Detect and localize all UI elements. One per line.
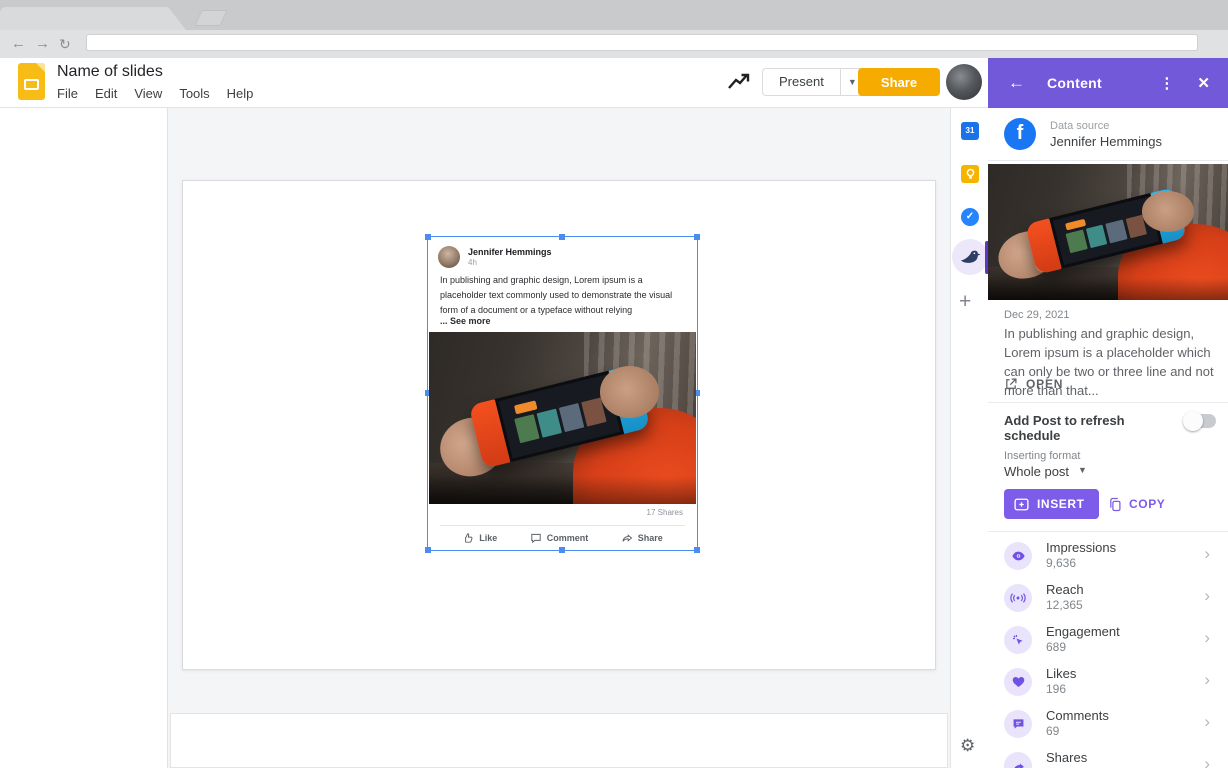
metrics-list: Impressions 9,636 › Reach 12,365 › Engag…	[988, 535, 1228, 768]
comment-icon	[531, 533, 541, 544]
add-addon-icon[interactable]: +	[959, 290, 971, 314]
calendar-icon[interactable]: 31	[961, 122, 979, 140]
inserting-format-select[interactable]: Whole post	[1004, 464, 1069, 479]
share-arrow-icon	[622, 534, 632, 542]
slide-post-element[interactable]: Jennifer Hemmings 4h In publishing and g…	[425, 234, 700, 553]
chevron-right-icon: ›	[1204, 712, 1210, 731]
metric-row-reach[interactable]: Reach 12,365 ›	[988, 577, 1228, 619]
toggle-knob	[1183, 411, 1203, 431]
account-avatar[interactable]	[946, 64, 982, 100]
resize-handle[interactable]	[694, 234, 700, 240]
metric-row-engagement[interactable]: Engagement 689 ›	[988, 619, 1228, 661]
present-button-group: Present ▼	[762, 68, 865, 96]
reload-icon[interactable]: ↻	[59, 33, 71, 55]
content-panel: f Data source Jennifer Hemmings Dec 29, …	[988, 108, 1228, 768]
post-photo	[429, 332, 696, 504]
browser-tab-strip	[0, 0, 1228, 30]
logo-inner	[24, 79, 39, 90]
click-icon	[1004, 626, 1032, 654]
menu-file[interactable]: File	[57, 86, 78, 101]
tasks-icon[interactable]: ✓	[961, 208, 979, 226]
workspace-side-rail: 31 ✓ + ⚙	[950, 108, 989, 768]
chevron-down-icon[interactable]: ▼	[1078, 465, 1087, 475]
divider	[988, 402, 1228, 403]
post-body-text: In publishing and graphic design, Lorem …	[440, 275, 673, 315]
share-icon	[1004, 752, 1032, 768]
chevron-right-icon: ›	[1204, 754, 1210, 768]
panel-post-date: Dec 29, 2021	[1004, 309, 1070, 321]
address-bar[interactable]	[86, 34, 1198, 51]
share-post-button[interactable]: Share	[621, 532, 663, 544]
post-author-name: Jennifer Hemmings	[468, 247, 552, 257]
logo-fold	[36, 63, 45, 72]
metric-row-comments[interactable]: Comments 69 ›	[988, 703, 1228, 745]
slides-logo-icon[interactable]	[18, 63, 45, 100]
screen: ← → ↻ Name of slides File Edit View Tool…	[0, 0, 1228, 768]
comment-button[interactable]: Comment	[530, 532, 588, 544]
facebook-icon: f	[1004, 118, 1036, 150]
slide-filmstrip[interactable]	[0, 108, 168, 768]
post-see-more: ... See more	[440, 316, 491, 326]
menu-view[interactable]: View	[134, 86, 162, 101]
keep-icon[interactable]	[961, 165, 979, 183]
data-source-label: Data source	[1050, 120, 1110, 132]
panel-header: ← Content ⋮ ✕	[988, 58, 1228, 108]
divider	[988, 160, 1228, 161]
divider	[988, 531, 1228, 532]
data-source-name: Jennifer Hemmings	[1050, 134, 1162, 149]
chevron-right-icon: ›	[1204, 586, 1210, 605]
metric-row-impressions[interactable]: Impressions 9,636 ›	[988, 535, 1228, 577]
metric-row-shares[interactable]: Shares ›	[988, 745, 1228, 768]
resize-handle[interactable]	[425, 234, 431, 240]
chevron-right-icon: ›	[1204, 670, 1210, 689]
post-share-count: 17 Shares	[646, 508, 683, 517]
chevron-right-icon: ›	[1204, 544, 1210, 563]
forward-icon[interactable]: →	[35, 33, 50, 55]
menu-tools[interactable]: Tools	[179, 86, 209, 101]
panel-close-icon[interactable]: ✕	[1197, 74, 1210, 92]
panel-menu-icon[interactable]: ⋮	[1159, 74, 1175, 92]
browser-tab[interactable]	[0, 7, 186, 30]
refresh-schedule-toggle[interactable]	[1183, 411, 1216, 431]
menu-edit[interactable]: Edit	[95, 86, 117, 101]
like-button[interactable]: Like	[462, 532, 497, 544]
heart-icon	[1004, 668, 1032, 696]
menubar: File Edit View Tools Help	[57, 86, 253, 101]
panel-title: Content	[1047, 75, 1102, 91]
insert-icon	[1014, 498, 1029, 510]
present-button[interactable]: Present	[763, 69, 840, 95]
share-button[interactable]: Share	[858, 68, 940, 96]
speaker-notes[interactable]	[170, 713, 948, 768]
copy-icon	[1110, 497, 1121, 511]
panel-post-photo	[988, 164, 1228, 300]
comment-icon	[1004, 710, 1032, 738]
addon-bird-icon[interactable]	[952, 239, 988, 275]
refresh-schedule-label: Add Post to refresh schedule	[1004, 413, 1125, 443]
insert-button[interactable]: INSERT	[1004, 489, 1099, 519]
settings-gear-icon[interactable]: ⚙	[960, 736, 975, 756]
eye-icon	[1004, 542, 1032, 570]
copy-button[interactable]: COPY	[1108, 489, 1165, 519]
external-link-icon	[1006, 378, 1017, 389]
post-action-bar: Like Comment Share	[428, 526, 697, 550]
back-icon[interactable]: ←	[11, 33, 26, 55]
resize-handle[interactable]	[559, 234, 565, 240]
thumb-up-icon	[465, 533, 473, 543]
panel-back-icon[interactable]: ←	[1008, 73, 1025, 93]
metric-row-likes[interactable]: Likes 196 ›	[988, 661, 1228, 703]
open-post-link[interactable]: OPEN	[1004, 377, 1063, 391]
chevron-right-icon: ›	[1204, 628, 1210, 647]
broadcast-icon	[1004, 584, 1032, 612]
menu-help[interactable]: Help	[227, 86, 254, 101]
post-author-avatar	[438, 246, 460, 268]
document-title[interactable]: Name of slides	[57, 63, 163, 81]
post-timestamp: 4h	[468, 258, 477, 267]
inserting-format-label: Inserting format	[1004, 450, 1081, 462]
activity-trend-icon[interactable]	[727, 72, 751, 96]
